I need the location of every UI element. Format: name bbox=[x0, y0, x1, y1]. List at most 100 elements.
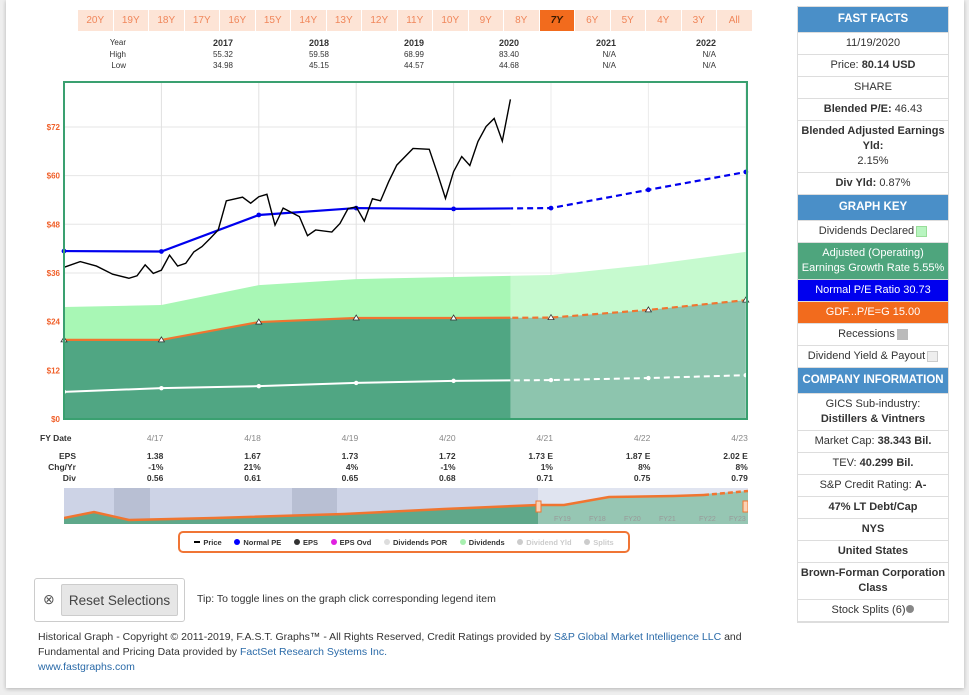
dividend-point[interactable] bbox=[354, 380, 359, 386]
key-recessions[interactable]: Recessions bbox=[798, 324, 948, 346]
date: 11/19/2020 bbox=[798, 33, 948, 55]
range-button-9y[interactable]: 9Y bbox=[468, 10, 503, 31]
price-label: Price: bbox=[830, 59, 859, 71]
range-button-4y[interactable]: 4Y bbox=[646, 10, 681, 31]
legend-label: Dividends bbox=[468, 537, 505, 547]
hilo-low: 44.68 bbox=[498, 61, 519, 70]
info-icon[interactable] bbox=[906, 605, 915, 613]
fastgraphs-link[interactable]: www.fastgraphs.com bbox=[38, 661, 135, 673]
legend-label: Price bbox=[203, 537, 222, 547]
normal-pe-point[interactable] bbox=[159, 249, 164, 254]
fy-chg: 8% bbox=[735, 462, 748, 472]
legend-item-normal-pe[interactable]: Normal PE bbox=[234, 538, 281, 547]
copyright-text: Historical Graph - Copyright © 2011-2019… bbox=[38, 631, 554, 643]
range-button-11y[interactable]: 11Y bbox=[397, 10, 432, 31]
navigator-handle-left[interactable] bbox=[535, 500, 542, 513]
legend-item-dividends-por[interactable]: Dividends POR bbox=[383, 537, 448, 547]
navigator-chart[interactable]: FY19 FY18 FY20 FY21 FY22 FY23 bbox=[64, 488, 748, 524]
legend-item-price[interactable]: Price bbox=[194, 537, 222, 547]
company-name: Brown-Forman Corporation Class bbox=[798, 563, 948, 600]
fy-date: 4/21 bbox=[536, 433, 553, 443]
legend-marker-icon bbox=[293, 539, 300, 545]
reset-selections-button[interactable]: Reset Selections bbox=[61, 584, 178, 616]
range-button-6y[interactable]: 6Y bbox=[575, 10, 610, 31]
exchange: NYS bbox=[798, 519, 948, 541]
fy-eps: 1.87 E bbox=[625, 451, 651, 461]
dividend-point[interactable] bbox=[159, 385, 164, 391]
key-label: Dividends Declared bbox=[818, 225, 915, 237]
range-button-14y[interactable]: 14Y bbox=[291, 10, 326, 31]
fy-div: 0.79 bbox=[731, 473, 748, 483]
fast-graph-chart[interactable]: $0 $12 $24 $36 $48 $60 $72 bbox=[0, 78, 770, 433]
hilo-label: Low bbox=[111, 61, 126, 70]
range-navigator[interactable]: FY19 FY18 FY20 FY21 FY22 FY23 bbox=[64, 488, 748, 524]
legend-item-eps-ovd[interactable]: EPS Ovd bbox=[330, 538, 371, 547]
range-button-5y[interactable]: 5Y bbox=[610, 10, 645, 31]
fy-date: 4/20 bbox=[439, 433, 456, 443]
fy-date: 4/18 bbox=[244, 433, 261, 443]
range-button-all[interactable]: All bbox=[717, 10, 752, 31]
normal-pe-point[interactable] bbox=[548, 205, 554, 211]
fy-div: 0.75 bbox=[633, 473, 651, 483]
navigator-label: FY19 bbox=[554, 516, 571, 523]
navigator-label: FY23 bbox=[729, 516, 746, 523]
tev: TEV: 40.299 Bil. bbox=[798, 453, 948, 475]
range-button-12y[interactable]: 12Y bbox=[362, 10, 397, 31]
hilo-label: High bbox=[109, 50, 126, 59]
range-button-10y[interactable]: 10Y bbox=[433, 10, 468, 31]
navigator-label: FY18 bbox=[589, 516, 606, 523]
navigator-handle-right[interactable] bbox=[742, 500, 748, 513]
hilo-year: 2022 bbox=[695, 38, 716, 48]
key-earnings-growth[interactable]: Adjusted (Operating) Earnings Growth Rat… bbox=[798, 243, 948, 280]
normal-pe-point[interactable] bbox=[451, 206, 456, 212]
key-dividends-declared[interactable]: Dividends Declared bbox=[798, 221, 948, 243]
debt-cap: 47% LT Debt/Cap bbox=[798, 497, 948, 519]
price: Price: 80.14 USD bbox=[798, 55, 948, 77]
legend-item-dividends[interactable]: Dividends bbox=[459, 537, 505, 547]
close-circle-icon[interactable]: ⊗ bbox=[43, 591, 55, 608]
dividend-point[interactable] bbox=[646, 375, 651, 381]
swatch-icon bbox=[927, 350, 939, 362]
legend-label: Normal PE bbox=[243, 537, 282, 547]
dividend-point[interactable] bbox=[548, 377, 554, 383]
legend-item-eps[interactable]: EPS bbox=[293, 537, 318, 547]
range-button-17y[interactable]: 17Y bbox=[184, 10, 219, 31]
key-dividend-yield-payout[interactable]: Dividend Yield & Payout bbox=[798, 346, 948, 368]
range-button-18y[interactable]: 18Y bbox=[149, 10, 184, 31]
legend-label: Splits bbox=[593, 537, 614, 547]
legend-item-dividend-yld[interactable]: Dividend Yld bbox=[517, 538, 572, 547]
range-button-8y[interactable]: 8Y bbox=[504, 10, 539, 31]
fy-chg: 21% bbox=[243, 462, 261, 472]
legend-marker-icon bbox=[517, 539, 524, 545]
legend-item-splits[interactable]: Splits bbox=[584, 537, 614, 547]
range-button-20y[interactable]: 20Y bbox=[78, 10, 113, 31]
key-gdf[interactable]: GDF...P/E=G 15.00 bbox=[798, 302, 948, 324]
fy-eps: 1.67 bbox=[244, 451, 261, 461]
normal-pe-point[interactable] bbox=[256, 212, 262, 218]
normal-pe-point[interactable] bbox=[646, 187, 651, 193]
range-button-3y[interactable]: 3Y bbox=[681, 10, 716, 31]
key-normal-pe[interactable]: Normal P/E Ratio 30.73 bbox=[798, 280, 948, 302]
dividend-point[interactable] bbox=[451, 378, 456, 384]
range-button-16y[interactable]: 16Y bbox=[220, 10, 255, 31]
navigator-label: FY20 bbox=[624, 516, 641, 523]
dividend-point[interactable] bbox=[256, 383, 261, 389]
range-button-13y[interactable]: 13Y bbox=[326, 10, 361, 31]
range-button-19y[interactable]: 19Y bbox=[113, 10, 148, 31]
range-button-15y[interactable]: 15Y bbox=[255, 10, 290, 31]
stock-splits[interactable]: Stock Splits (6) bbox=[798, 600, 948, 622]
legend-label: EPS bbox=[302, 537, 318, 547]
sp-global-link[interactable]: S&P Global Market Intelligence LLC bbox=[554, 631, 721, 643]
fy-eps: 1.73 bbox=[341, 451, 359, 461]
range-button-7y[interactable]: 7Y bbox=[539, 10, 574, 31]
y-tick-label: $0 bbox=[51, 415, 60, 424]
fy-div: 0.56 bbox=[146, 473, 164, 483]
gics-value: Distillers & Vintners bbox=[820, 413, 926, 425]
company-info-header: COMPANY INFORMATION bbox=[798, 368, 948, 394]
row-label-chg_label: Chg/Yr bbox=[48, 462, 76, 472]
blended-pe: Blended P/E: 46.43 bbox=[798, 99, 948, 121]
blended-pe-value: 46.43 bbox=[894, 103, 923, 115]
swatch-icon bbox=[896, 328, 908, 340]
factset-link[interactable]: FactSet Research Systems Inc. bbox=[240, 646, 387, 658]
legend-label: Dividends POR bbox=[392, 537, 448, 547]
